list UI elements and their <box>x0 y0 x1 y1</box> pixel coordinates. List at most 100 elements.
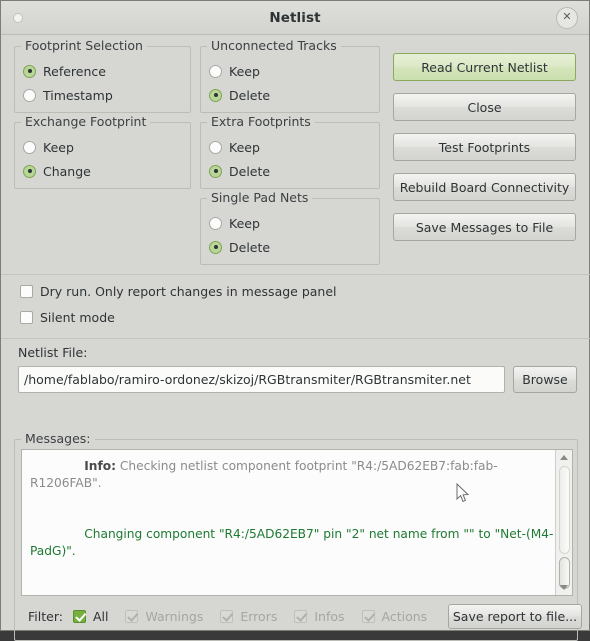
group-exchange-footprint: Exchange Footprint Keep Change <box>14 114 191 189</box>
radio-extra-delete[interactable]: Delete <box>209 159 379 183</box>
close-icon[interactable]: ✕ <box>556 7 578 29</box>
group-unconnected-tracks-title: Unconnected Tracks <box>207 38 341 53</box>
messages-vertical-scrollbar[interactable] <box>555 450 572 595</box>
radio-indicator-icon <box>209 64 222 78</box>
filter-checkbox-actions[interactable]: Actions <box>361 608 428 624</box>
netlist-file-input[interactable]: /home/fablabo/ramiro-ordonez/skizoj/RGBt… <box>18 366 505 393</box>
scroll-up-arrow-icon[interactable] <box>560 455 568 460</box>
button-label: Rebuild Board Connectivity <box>399 180 570 195</box>
messages-label: Messages: <box>21 431 95 446</box>
messages-filter-row: Filter: All Warnings Errors Infos Action… <box>28 603 582 629</box>
group-footprint-selection: Footprint Selection Reference Timestamp <box>14 38 191 113</box>
radio-indicator-icon <box>209 88 222 102</box>
checkbox-label: Silent mode <box>40 310 115 325</box>
radio-exchange-keep[interactable]: Keep <box>23 135 190 159</box>
group-single-pad-nets: Single Pad Nets Keep Delete <box>200 190 380 265</box>
message-line: Changing component "R4:/5AD62EB7" pin "2… <box>30 509 556 577</box>
checkbox-indicator-icon <box>20 285 33 298</box>
checkbox-label: All <box>92 608 109 624</box>
divider <box>1 338 590 339</box>
filter-checkbox-warnings[interactable]: Warnings <box>125 609 203 624</box>
radio-label: Timestamp <box>43 87 113 103</box>
read-current-netlist-button[interactable]: Read Current Netlist <box>393 53 576 81</box>
radio-label: Reference <box>43 63 106 79</box>
button-label: Save Messages to File <box>415 220 554 235</box>
checkbox-indicator-icon <box>72 609 86 623</box>
message-line: Info: Checking netlist component footpri… <box>30 577 556 595</box>
checkbox-label: Errors <box>240 608 278 624</box>
messages-lines: Info: Checking netlist component footpri… <box>30 450 556 595</box>
button-label: Test Footprints <box>438 140 531 155</box>
checkbox-label: Dry run. Only report changes in message … <box>40 284 337 299</box>
radio-extra-keep[interactable]: Keep <box>209 135 379 159</box>
radio-unconnected-keep[interactable]: Keep <box>209 59 379 83</box>
filter-checkbox-infos[interactable]: Infos <box>294 608 345 624</box>
radio-footprint-timestamp[interactable]: Timestamp <box>23 83 190 107</box>
group-single-pad-nets-title: Single Pad Nets <box>207 190 313 205</box>
scrollbar-track[interactable] <box>559 466 570 554</box>
save-messages-to-file-button[interactable]: Save Messages to File <box>393 213 576 241</box>
checkbox-indicator-icon <box>125 609 139 623</box>
netlist-dialog: Netlist ✕ Footprint Selection Reference … <box>0 0 590 641</box>
radio-indicator-icon <box>209 240 222 254</box>
save-report-to-file-button[interactable]: Save report to file... <box>448 604 582 629</box>
radio-label: Delete <box>229 87 271 103</box>
radio-indicator-icon <box>209 164 222 178</box>
radio-footprint-reference[interactable]: Reference <box>23 59 190 83</box>
radio-indicator-icon <box>23 88 36 102</box>
checkbox-indicator-icon <box>220 609 234 623</box>
group-extra-footprints: Extra Footprints Keep Delete <box>200 114 380 189</box>
button-label: Browse <box>522 372 568 387</box>
button-label: Read Current Netlist <box>421 60 548 75</box>
radio-label: Delete <box>229 163 271 179</box>
checkbox-indicator-icon <box>361 609 375 623</box>
filter-checkbox-all[interactable]: All <box>72 608 109 624</box>
radio-exchange-change[interactable]: Change <box>23 159 190 183</box>
close-button[interactable]: Close <box>393 93 576 121</box>
filter-label: Filter: <box>28 608 63 624</box>
checkbox-indicator-icon <box>294 609 308 623</box>
radio-label: Keep <box>229 139 260 155</box>
netlist-file-label: Netlist File: <box>18 345 88 360</box>
checkbox-dry-run[interactable]: Dry run. Only report changes in message … <box>20 284 337 299</box>
filter-checkbox-errors[interactable]: Errors <box>220 609 277 624</box>
checkbox-label: Infos <box>314 608 345 624</box>
message-prefix: Info: <box>84 459 117 473</box>
group-unconnected-tracks: Unconnected Tracks Keep Delete <box>200 38 380 113</box>
radio-singlepad-delete[interactable]: Delete <box>209 235 379 259</box>
group-footprint-selection-title: Footprint Selection <box>21 38 147 53</box>
group-exchange-footprint-title: Exchange Footprint <box>21 114 151 129</box>
radio-unconnected-delete[interactable]: Delete <box>209 83 379 107</box>
rebuild-board-connectivity-button[interactable]: Rebuild Board Connectivity <box>393 173 576 201</box>
checkbox-indicator-icon <box>20 311 33 324</box>
dialog-body: Footprint Selection Reference Timestamp … <box>1 35 590 641</box>
radio-indicator-icon <box>209 216 222 230</box>
radio-label: Keep <box>229 63 260 79</box>
messages-group: Messages: Info: Checking netlist compone… <box>14 431 582 641</box>
radio-label: Delete <box>229 239 271 255</box>
scroll-down-arrow-icon[interactable] <box>560 585 568 590</box>
radio-label: Keep <box>43 139 74 155</box>
checkbox-silent-mode[interactable]: Silent mode <box>20 310 115 325</box>
page-title: Netlist <box>269 9 321 26</box>
radio-indicator-icon <box>23 164 36 178</box>
browse-button[interactable]: Browse <box>513 366 577 393</box>
messages-scrollport: Info: Checking netlist component footpri… <box>22 450 556 595</box>
title-bar: Netlist ✕ <box>1 1 589 35</box>
test-footprints-button[interactable]: Test Footprints <box>393 133 576 161</box>
radio-indicator-icon <box>23 64 36 78</box>
divider <box>1 274 590 275</box>
checkbox-label: Warnings <box>145 608 204 624</box>
window-menu-dot-icon <box>14 14 22 22</box>
radio-indicator-icon <box>23 140 36 154</box>
message-line: Info: Checking netlist component footpri… <box>30 450 556 509</box>
radio-label: Keep <box>229 215 260 231</box>
radio-label: Change <box>43 163 91 179</box>
button-label: Close <box>467 100 502 115</box>
button-label: Save report to file... <box>452 609 578 624</box>
radio-singlepad-keep[interactable]: Keep <box>209 211 379 235</box>
group-extra-footprints-title: Extra Footprints <box>207 114 315 129</box>
messages-listbox[interactable]: Info: Checking netlist component footpri… <box>21 449 573 596</box>
checkbox-label: Actions <box>381 608 428 624</box>
radio-indicator-icon <box>209 140 222 154</box>
